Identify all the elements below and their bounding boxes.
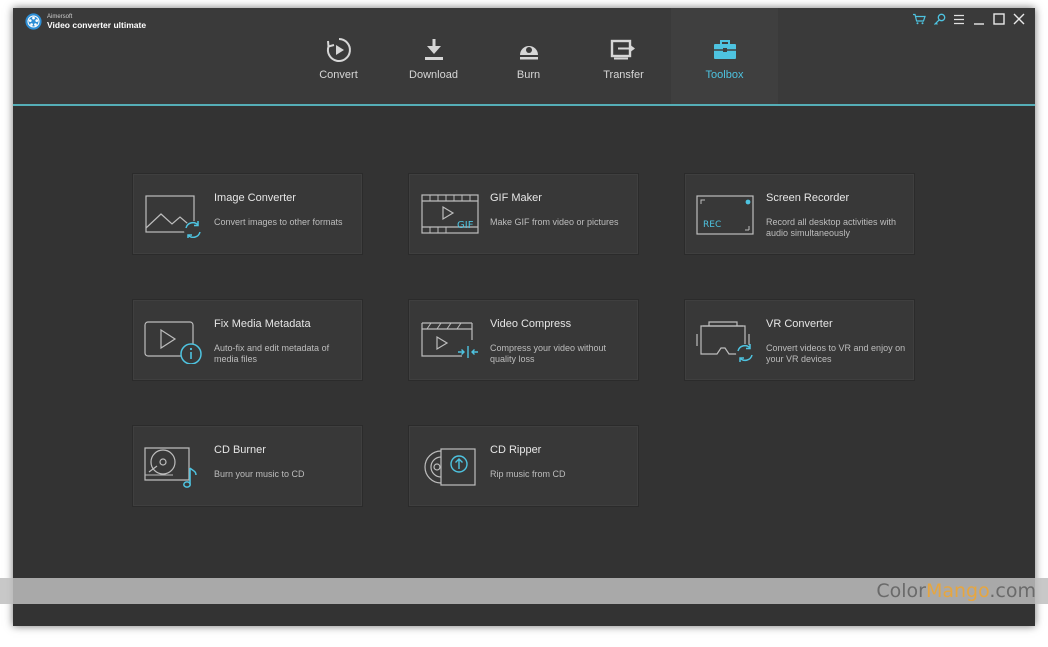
gif-label: GIF <box>457 220 474 231</box>
watermark-text: ColorMango.com <box>876 580 1036 602</box>
tool-description: Make GIF from video or pictures <box>490 217 619 227</box>
maximize-icon <box>993 13 1005 25</box>
watermark-part: .com <box>989 580 1036 602</box>
video-compress-icon <box>421 322 478 358</box>
tool-title: Video Compress <box>490 318 572 330</box>
app-window: Aimersoft Video converter ultimate Conve… <box>13 8 1035 626</box>
tab-burn[interactable]: Burn <box>481 8 576 104</box>
minimize-button[interactable] <box>969 11 989 27</box>
tab-label: Transfer <box>603 69 644 81</box>
tool-cd-ripper[interactable]: CD Ripper Rip music from CD <box>408 425 639 507</box>
app-logo-icon <box>25 13 42 30</box>
tab-label: Burn <box>516 69 541 81</box>
watermark-part: Color <box>876 580 926 602</box>
cart-icon <box>913 13 926 25</box>
watermark-accent: Mango <box>925 580 990 602</box>
key-icon <box>933 13 945 25</box>
tool-title: Image Converter <box>214 192 296 204</box>
register-button[interactable] <box>929 11 949 27</box>
tool-description: Auto-fix and edit metadata of media file… <box>214 343 330 364</box>
tool-title: Screen Recorder <box>766 192 850 204</box>
tool-description: Rip music from CD <box>490 469 566 479</box>
transfer-icon <box>610 39 635 60</box>
product-name: Video converter ultimate <box>47 19 147 30</box>
download-icon <box>424 39 443 60</box>
burn-icon <box>519 45 538 60</box>
tool-vr-converter[interactable]: VR Converter Convert videos to VR and en… <box>684 299 915 381</box>
tab-convert[interactable]: Convert <box>291 8 386 104</box>
tool-image-converter[interactable]: Image Converter Convert images to other … <box>132 173 363 255</box>
close-icon <box>1013 13 1025 25</box>
tool-title: CD Ripper <box>490 444 542 456</box>
tool-description: Compress your video without quality loss <box>490 343 607 364</box>
rec-label: REC <box>703 220 721 230</box>
tab-download[interactable]: Download <box>386 8 481 104</box>
vr-converter-icon <box>696 321 754 362</box>
tool-gif-maker[interactable]: GIF GIF Maker Make GIF from video or pic… <box>408 173 639 255</box>
tool-description: Convert videos to VR and enjoy on your V… <box>766 343 906 364</box>
tab-toolbox[interactable]: Toolbox <box>671 8 778 104</box>
toolbox-icon <box>713 40 736 59</box>
toolbox-panel: Image Converter Convert images to other … <box>13 106 1035 626</box>
title-bar: Aimersoft Video converter ultimate Conve… <box>13 8 1035 106</box>
tab-label: Toolbox <box>705 69 744 81</box>
minimize-icon <box>974 22 984 25</box>
cd-ripper-icon <box>424 448 476 486</box>
tool-title: VR Converter <box>766 318 833 330</box>
tool-title: CD Burner <box>214 444 266 456</box>
image-converter-icon <box>145 195 202 238</box>
tool-description: Record all desktop activities with audio… <box>766 217 897 238</box>
gif-maker-icon: GIF <box>421 194 479 234</box>
menu-button[interactable] <box>949 11 969 27</box>
close-button[interactable] <box>1009 11 1029 27</box>
main-nav: Convert Download Burn Transfer Toolbox <box>291 8 778 104</box>
tool-fix-media-metadata[interactable]: Fix Media Metadata Auto-fix and edit met… <box>132 299 363 381</box>
app-brand: Aimersoft Video converter ultimate <box>25 13 146 30</box>
tool-title: GIF Maker <box>490 192 542 204</box>
menu-icon <box>954 14 964 24</box>
tool-title: Fix Media Metadata <box>214 318 311 330</box>
tool-cd-burner[interactable]: CD Burner Burn your music to CD <box>132 425 363 507</box>
company-name: Aimersoft <box>47 13 73 20</box>
cd-burner-icon <box>144 447 197 488</box>
maximize-button[interactable] <box>989 11 1009 27</box>
tool-screen-recorder[interactable]: REC Screen Recorder Record all desktop a… <box>684 173 915 255</box>
window-controls <box>909 11 1029 27</box>
tool-video-compress[interactable]: Video Compress Compress your video witho… <box>408 299 639 381</box>
tool-description: Burn your music to CD <box>214 469 305 479</box>
tool-description: Convert images to other formats <box>214 217 343 227</box>
tab-label: Download <box>409 69 458 81</box>
tab-transfer[interactable]: Transfer <box>576 8 671 104</box>
convert-icon <box>326 38 351 62</box>
screen-recorder-icon: REC <box>696 195 754 235</box>
tab-label: Convert <box>319 69 358 81</box>
metadata-icon <box>144 321 202 364</box>
cart-button[interactable] <box>909 11 929 27</box>
